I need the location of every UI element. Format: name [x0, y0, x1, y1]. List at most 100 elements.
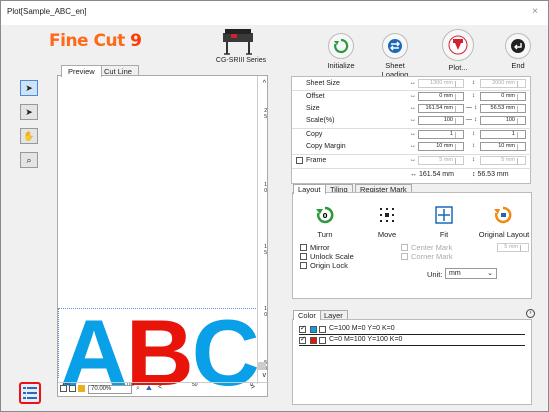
mirror-label: Mirror — [310, 243, 330, 252]
size-x-field[interactable]: 161.54 mm — [418, 104, 464, 113]
scale-link[interactable]: — — [466, 117, 472, 123]
original-layout-label: Original Layout — [478, 230, 530, 239]
tab-layout[interactable]: Layout — [293, 184, 326, 194]
zoom-in-icon[interactable]: ⌕ — [136, 385, 140, 393]
offset-y-field[interactable]: 0 mm — [480, 92, 526, 101]
chevron-down-icon: ⌄ — [487, 270, 493, 277]
frame-x-field[interactable]: 5 mm — [418, 156, 464, 165]
layout-panel: 0 Turn Move Fit Original Layout Mirror U… — [292, 192, 532, 299]
plot-button[interactable]: Plot... — [438, 29, 478, 72]
unlock-scale-checkbox[interactable] — [300, 253, 307, 260]
list-icon — [23, 387, 37, 399]
row-sheet-size: Sheet Size ↔ 1300 mm ↕ 2000 mm — [292, 79, 532, 90]
pointer-icon: ➤ — [25, 106, 33, 117]
total-height: ↕ 56.53 mm — [472, 171, 509, 178]
fit-page-icon[interactable] — [69, 385, 76, 392]
row-scale: Scale(%) ↔ 100 — ↕ 100 — [292, 116, 532, 127]
preview-status-row: 70.00% ⌕ ⛰ < > — [58, 382, 269, 396]
cut-line-icon — [319, 337, 326, 344]
copy-margin-x-field[interactable]: 10 mm — [418, 142, 464, 151]
zoom-out-icon[interactable]: ⛰ — [146, 385, 152, 393]
artwork-boundary-left — [58, 308, 59, 378]
sheet-width-field[interactable]: 1300 mm — [418, 79, 464, 88]
plot-window: Plot[Sample_ABC_en] × Fine Cut 9 CG-SRII… — [0, 0, 549, 412]
corner-mark-checkbox[interactable] — [401, 253, 408, 260]
center-mark-label: Center Mark — [411, 243, 453, 252]
divider — [292, 128, 532, 129]
initialize-label: Initialize — [327, 61, 355, 70]
initialize-button[interactable]: Initialize — [321, 33, 361, 70]
preview-canvas[interactable]: ABC 2 5 1 0 1 5 1 0 5 0 ^ v 150 100 50 0… — [57, 75, 269, 400]
svg-text:0: 0 — [323, 212, 328, 220]
copy-margin-y-field[interactable]: 10 mm — [480, 142, 526, 151]
frame-checkbox[interactable] — [296, 157, 303, 164]
turn-button[interactable]: 0 — [315, 205, 335, 225]
restore-icon — [494, 206, 512, 224]
direct-select-tool-button[interactable]: ➤ — [20, 104, 38, 120]
layer-list-button[interactable] — [19, 382, 41, 404]
scale-x-field[interactable]: 100 — [418, 116, 464, 125]
sheet-loading-button[interactable]: Sheet Loading — [375, 33, 415, 79]
cutting-plotter-icon — [223, 29, 253, 55]
divider — [292, 90, 532, 91]
hand-icon: ✋ — [23, 130, 35, 141]
unit-label: Unit: — [427, 270, 443, 279]
close-icon[interactable]: × — [532, 6, 538, 17]
scroll-up-arrow[interactable]: ^ — [263, 80, 266, 87]
tab-preview[interactable]: Preview — [61, 65, 102, 77]
end-button[interactable]: End — [498, 33, 538, 70]
row-offset: Offset ↔ 0 mm ↕ 0 mm — [292, 92, 532, 103]
tab-layer[interactable]: Layer — [319, 310, 348, 320]
center-mark-checkbox[interactable] — [401, 244, 408, 251]
mark-size-field[interactable]: 5 mm — [497, 243, 529, 252]
color-swatch — [310, 337, 317, 344]
move-arrows-icon — [380, 208, 394, 222]
scale-y-field[interactable]: 100 — [480, 116, 526, 125]
turn-label: Turn — [317, 230, 333, 239]
color-visible-checkbox[interactable] — [299, 335, 306, 344]
color-visible-checkbox[interactable] — [299, 324, 306, 333]
tab-color[interactable]: Color — [293, 310, 321, 320]
color-row[interactable]: C=100 M=0 Y=0 K=0 — [299, 324, 525, 335]
origin-lock-checkbox[interactable] — [300, 262, 307, 269]
size-link[interactable]: — — [466, 105, 472, 111]
sheet-height-field[interactable]: 2000 mm — [480, 79, 526, 88]
size-y-field[interactable]: 56.53 mm — [480, 104, 526, 113]
window-title: Plot[Sample_ABC_en] — [7, 7, 87, 16]
arrow-cursor-icon: ➤ — [25, 82, 33, 93]
scroll-down-arrow[interactable]: v — [263, 372, 267, 379]
frame-y-field[interactable]: 5 mm — [480, 156, 526, 165]
mirror-checkbox[interactable] — [300, 244, 307, 251]
color-row[interactable]: C=0 M=100 Y=100 K=0 — [299, 335, 525, 346]
cut-line-icon — [319, 326, 326, 333]
color-list-panel: C=100 M=0 Y=0 K=0 C=0 M=100 Y=100 K=0 — [292, 319, 532, 405]
row-copy-margin: Copy Margin ↔ 10 mm ↕ 10 mm — [292, 142, 532, 153]
copy-y-field[interactable]: 1 — [480, 130, 526, 139]
plot-icon — [442, 29, 474, 61]
return-icon — [505, 33, 531, 59]
magnifier-icon: ⌕ — [26, 154, 32, 165]
original-layout-button[interactable] — [493, 205, 513, 225]
select-tool-button[interactable]: ➤ — [20, 80, 38, 96]
scroll-left-arrow[interactable]: < — [158, 384, 162, 391]
fit-button[interactable] — [434, 205, 454, 225]
row-frame: Frame ↔ 5 mm ↕ 5 mm — [292, 156, 532, 167]
fine-cut-logo: Fine Cut 9 — [49, 31, 142, 51]
panel-menu-icon[interactable]: › — [526, 309, 535, 318]
zoom-tool-button[interactable]: ⌕ — [20, 152, 38, 168]
move-button[interactable] — [377, 205, 397, 225]
copy-x-field[interactable]: 1 — [418, 130, 464, 139]
offset-x-field[interactable]: 0 mm — [418, 92, 464, 101]
corner-mark-label: Corner Mark — [411, 252, 453, 261]
unit-select[interactable]: mm ⌄ — [445, 268, 497, 279]
move-label: Move — [377, 230, 397, 239]
scroll-right-arrow[interactable]: > — [251, 384, 255, 391]
color-mode-icon[interactable] — [78, 385, 85, 392]
total-width: ↔ 161.54 mm — [410, 171, 454, 178]
row-size: Size ↔ 161.54 mm — ↕ 56.53 mm — [292, 104, 532, 115]
grid-view-icon[interactable] — [60, 385, 67, 392]
color-swatch — [310, 326, 317, 333]
zoom-select[interactable]: 70.00% — [88, 385, 132, 394]
hand-tool-button[interactable]: ✋ — [20, 128, 38, 144]
vertical-scrollbar-thumb[interactable] — [258, 362, 266, 370]
